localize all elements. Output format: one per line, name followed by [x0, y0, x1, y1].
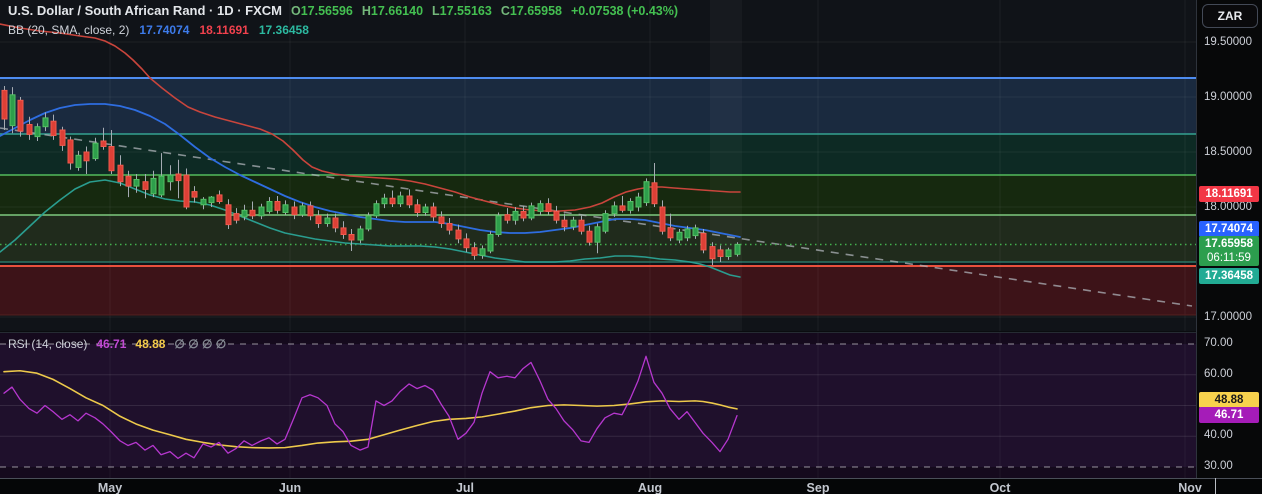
time-axis[interactable]: May Jun Jul Aug Sep Oct Nov	[0, 478, 1262, 494]
bb-indicator-label[interactable]: BB (20, SMA, close, 2)	[8, 23, 129, 37]
axis-price-badge: 17.36458	[1199, 268, 1259, 284]
currency-toggle-button[interactable]: ZAR	[1202, 4, 1258, 28]
axis-price-badge: 18.11691	[1199, 186, 1259, 202]
axis-tick-label: 60.00	[1204, 368, 1233, 380]
month-label: Jul	[455, 481, 475, 494]
axis-tick-label: 18.50000	[1204, 146, 1252, 158]
axis-tick-label: 19.00000	[1204, 91, 1252, 103]
low-value: L17.55163	[432, 4, 492, 18]
candle	[643, 178, 650, 206]
high-value: H17.66140	[361, 4, 424, 18]
change-value: +0.07538 (+0.43%)	[570, 4, 679, 18]
month-label: Nov	[1178, 481, 1202, 494]
rsi-indicator-label[interactable]: RSI (14, close)	[8, 337, 87, 351]
candle	[365, 212, 372, 232]
candle	[495, 212, 502, 237]
axis-price-badge: 48.88	[1199, 392, 1259, 408]
axis-tick-label: 30.00	[1204, 460, 1233, 472]
month-label: Sep	[806, 481, 830, 494]
bb-basis-value: 17.74074	[139, 23, 190, 37]
sr-zone	[0, 266, 1196, 315]
close-value: C17.65958	[500, 4, 562, 18]
axis-price-badge: 46.71	[1199, 407, 1259, 423]
bb-lower-value: 17.36458	[258, 23, 309, 37]
symbol-title[interactable]: U.S. Dollar / South African Rand · 1D · …	[8, 3, 282, 18]
price-axis[interactable]: ZAR 19.50000 19.00000 18.50000 18.00000 17.0…	[1196, 0, 1262, 478]
symbol-legend: U.S. Dollar / South African Rand · 1D · …	[8, 3, 678, 18]
bb-upper-value: 18.11691	[199, 23, 249, 37]
candle	[17, 97, 24, 137]
rsi-indicator-legend: RSI (14, close) 46.71 48.88 ∅ ∅ ∅ ∅	[8, 337, 226, 351]
month-label: Oct	[989, 481, 1011, 494]
candle	[183, 168, 190, 210]
axis-tick-label: 70.00	[1204, 337, 1233, 349]
month-label: Aug	[637, 481, 663, 494]
open-value: O17.56596	[290, 4, 353, 18]
trading-chart-window: U.S. Dollar / South African Rand · 1D · …	[0, 0, 1262, 494]
rsi-value: 46.71	[96, 337, 127, 351]
price-chart-canvas[interactable]	[0, 0, 1196, 331]
candle	[734, 242, 741, 257]
axis-price-badge: 17.65958 06:11:59	[1199, 236, 1259, 266]
bb-indicator-legend: BB (20, SMA, close, 2) 17.74074 18.11691 17…	[8, 23, 309, 37]
month-label: May	[97, 481, 123, 494]
price-pane[interactable]: U.S. Dollar / South African Rand · 1D · …	[0, 0, 1196, 331]
axis-price-badge: 17.74074	[1199, 221, 1259, 237]
axis-tick-label: 17.00000	[1204, 311, 1252, 323]
axis-tick-label: 18.00000	[1204, 201, 1252, 213]
axis-tick-label: 19.50000	[1204, 36, 1252, 48]
rsi-pane[interactable]: RSI (14, close) 46.71 48.88 ∅ ∅ ∅ ∅	[0, 332, 1196, 478]
rsi-empty-values: ∅ ∅ ∅ ∅	[174, 337, 227, 351]
rsi-ma-value: 48.88	[135, 337, 166, 351]
candle	[602, 210, 609, 234]
sr-zone	[0, 78, 1196, 134]
candle	[487, 231, 494, 254]
month-label: Jun	[278, 481, 302, 494]
axis-tick-label: 40.00	[1204, 429, 1233, 441]
axis-corner-divider	[1215, 478, 1216, 494]
rsi-chart-canvas[interactable]	[0, 333, 1196, 478]
